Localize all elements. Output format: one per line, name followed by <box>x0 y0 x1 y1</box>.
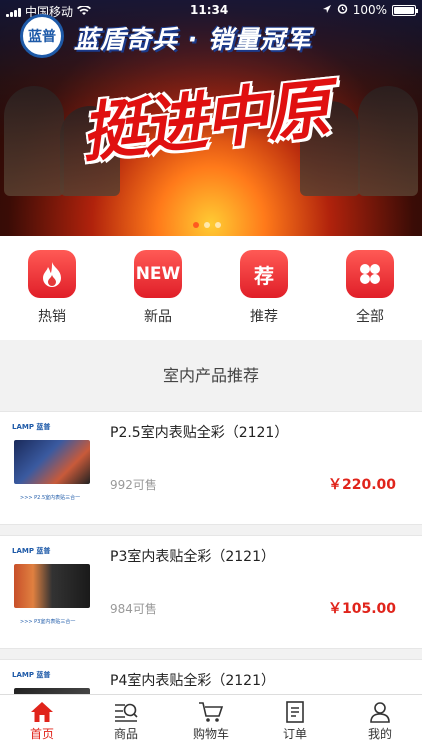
carousel-dot-3[interactable] <box>215 222 221 228</box>
wifi-icon <box>77 4 92 19</box>
battery-icon <box>392 4 418 16</box>
category-recommend[interactable]: 荐 推荐 <box>231 250 297 326</box>
grid-icon <box>346 250 394 298</box>
product-name: P2.5室内表贴全彩（2121） <box>110 425 289 441</box>
category-new[interactable]: NEW 新品 <box>125 250 191 326</box>
category-all[interactable]: 全部 <box>337 250 403 326</box>
fire-icon <box>28 250 76 298</box>
cart-icon <box>199 702 224 722</box>
user-icon <box>370 702 390 723</box>
category-hot[interactable]: 热销 <box>19 250 85 326</box>
banner-slogan: 蓝盾奇兵 · 销量冠军 <box>74 25 312 54</box>
tab-label: 首页 <box>29 727 54 741</box>
tab-label: 购物车 <box>192 727 229 741</box>
alarm-icon <box>337 3 348 17</box>
product-name: P3室内表贴全彩（2121） <box>110 549 275 565</box>
product-stock: 984可售 <box>110 602 157 616</box>
carousel-dot-1[interactable] <box>193 222 199 228</box>
battery-percent: 100% <box>352 3 387 17</box>
product-image: LAMP 蓝普 >>> P2.5室内表贴三合一 <box>12 422 92 512</box>
signal-icon <box>6 7 21 17</box>
product-price: ￥220.00 <box>327 477 396 493</box>
tab-profile[interactable]: 我的 <box>350 701 410 742</box>
category-label: 新品 <box>144 309 172 325</box>
banner-warrior-right <box>358 86 418 196</box>
home-icon <box>31 702 53 722</box>
clock: 11:34 <box>190 3 229 17</box>
category-shortcuts: 热销 NEW 新品 荐 推荐 全部 <box>0 236 422 340</box>
app-screen: 中国移动 11:34 100% 蓝普 蓝盾奇兵 · 销量冠军 挺进中原 热销 N… <box>0 0 422 750</box>
section-title: 室内产品推荐 <box>162 366 259 385</box>
bottom-tab-bar: 首页 商品 购物车 订单 我的 <box>0 694 422 750</box>
carousel-indicator <box>193 222 221 228</box>
tab-label: 我的 <box>367 727 392 741</box>
location-icon <box>322 3 332 17</box>
category-label: 全部 <box>356 309 384 325</box>
product-icon <box>115 703 138 722</box>
product-price: ￥105.00 <box>327 601 396 617</box>
product-card[interactable]: LAMP 蓝普 >>> P3室内表贴三合一 P3室内表贴全彩（2121） 984… <box>0 535 422 649</box>
promo-banner[interactable]: 中国移动 11:34 100% 蓝普 蓝盾奇兵 · 销量冠军 挺进中原 <box>0 0 422 236</box>
order-icon <box>286 701 304 723</box>
tab-orders[interactable]: 订单 <box>265 701 325 742</box>
banner-warrior-left <box>4 86 64 196</box>
tab-cart[interactable]: 购物车 <box>181 701 241 742</box>
brand-logo: 蓝普 <box>20 14 64 58</box>
category-label: 推荐 <box>250 309 278 325</box>
product-image: LAMP 蓝普 >>> P3室内表贴三合一 <box>12 546 92 636</box>
tab-home[interactable]: 首页 <box>12 701 72 742</box>
product-card[interactable]: LAMP 蓝普 >>> P2.5室内表贴三合一 P2.5室内表贴全彩（2121）… <box>0 411 422 525</box>
new-icon: NEW <box>134 250 182 298</box>
recommend-icon: 荐 <box>240 250 288 298</box>
carousel-dot-2[interactable] <box>204 222 210 228</box>
product-name: P4室内表贴全彩（2121） <box>110 673 275 689</box>
product-stock: 992可售 <box>110 478 157 492</box>
tab-products[interactable]: 商品 <box>96 701 156 742</box>
tab-label: 商品 <box>113 727 138 741</box>
tab-label: 订单 <box>282 727 307 741</box>
status-bar: 中国移动 11:34 100% <box>0 0 422 22</box>
category-label: 热销 <box>38 309 66 325</box>
